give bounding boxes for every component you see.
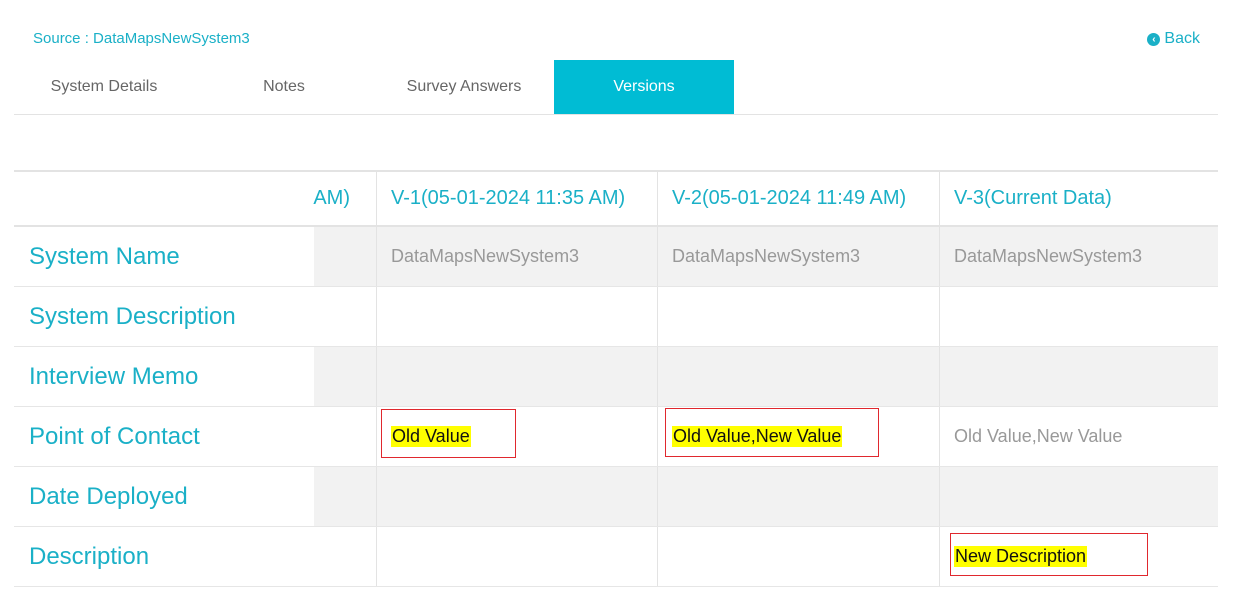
row-label: Date Deployed <box>29 482 188 510</box>
table-row: Point of Contact Old Value Old Value,New… <box>14 407 1218 467</box>
value-cell: Old Value,New Value <box>657 407 939 466</box>
change-highlight-box <box>950 533 1148 576</box>
partial-cell <box>314 347 376 406</box>
partial-cell <box>314 467 376 526</box>
back-label: Back <box>1164 30 1200 47</box>
change-highlight-box <box>381 409 516 458</box>
table-row: Date Deployed <box>14 467 1218 527</box>
back-button[interactable]: ‹ Back <box>1147 30 1200 48</box>
value-cell <box>939 467 1218 526</box>
value-cell <box>657 527 939 586</box>
tab-bar: System Details Notes Survey Answers Vers… <box>14 60 1218 115</box>
table-row: System Description <box>14 287 1218 347</box>
value-cell <box>376 527 657 586</box>
value-cell <box>376 347 657 406</box>
table-row: Interview Memo <box>14 347 1218 407</box>
value-cell <box>657 287 939 346</box>
value-cell: DataMapsNewSystem3 <box>939 227 1218 286</box>
row-label: Interview Memo <box>29 362 199 390</box>
row-label: System Description <box>29 302 236 330</box>
row-label: Point of Contact <box>29 422 200 450</box>
partial-cell <box>314 407 376 466</box>
value-cell <box>376 467 657 526</box>
value-cell: DataMapsNewSystem3 <box>376 227 657 286</box>
value-cell <box>939 347 1218 406</box>
header-label-cell <box>14 172 314 225</box>
tab-system-details[interactable]: System Details <box>14 60 194 114</box>
partial-cell <box>314 527 376 586</box>
value-cell: Old Value <box>376 407 657 466</box>
header-partial-version: AM) <box>313 187 350 209</box>
tab-survey-answers[interactable]: Survey Answers <box>374 60 554 114</box>
row-label: Description <box>29 542 150 570</box>
header-version-1: V-1(05-01-2024 11:35 AM) <box>376 172 657 225</box>
tab-versions[interactable]: Versions <box>554 60 734 114</box>
value-cell <box>939 287 1218 346</box>
value-cell <box>376 287 657 346</box>
value-cell <box>657 347 939 406</box>
header-version-3: V-3(Current Data) <box>939 172 1218 225</box>
value-cell: DataMapsNewSystem3 <box>657 227 939 286</box>
table-row: System Name DataMapsNewSystem3 DataMapsN… <box>14 227 1218 287</box>
table-header-row: AM) V-1(05-01-2024 11:35 AM) V-2(05-01-2… <box>14 172 1218 227</box>
table-row: Description New Description <box>14 527 1218 587</box>
value-cell: New Description <box>939 527 1218 586</box>
versions-table: AM) V-1(05-01-2024 11:35 AM) V-2(05-01-2… <box>14 170 1218 587</box>
source-label: Source : DataMapsNewSystem3 <box>33 30 250 47</box>
partial-cell <box>314 287 376 346</box>
value-cell <box>657 467 939 526</box>
change-highlight-box <box>665 408 879 457</box>
versions-page: Source : DataMapsNewSystem3 ‹ Back Syste… <box>0 0 1252 595</box>
row-label: System Name <box>29 242 180 270</box>
chevron-left-circle-icon: ‹ <box>1147 32 1161 46</box>
value-cell: Old Value,New Value <box>939 407 1218 466</box>
tab-notes[interactable]: Notes <box>194 60 374 114</box>
header-version-2: V-2(05-01-2024 11:49 AM) <box>657 172 939 225</box>
partial-cell <box>314 227 376 286</box>
